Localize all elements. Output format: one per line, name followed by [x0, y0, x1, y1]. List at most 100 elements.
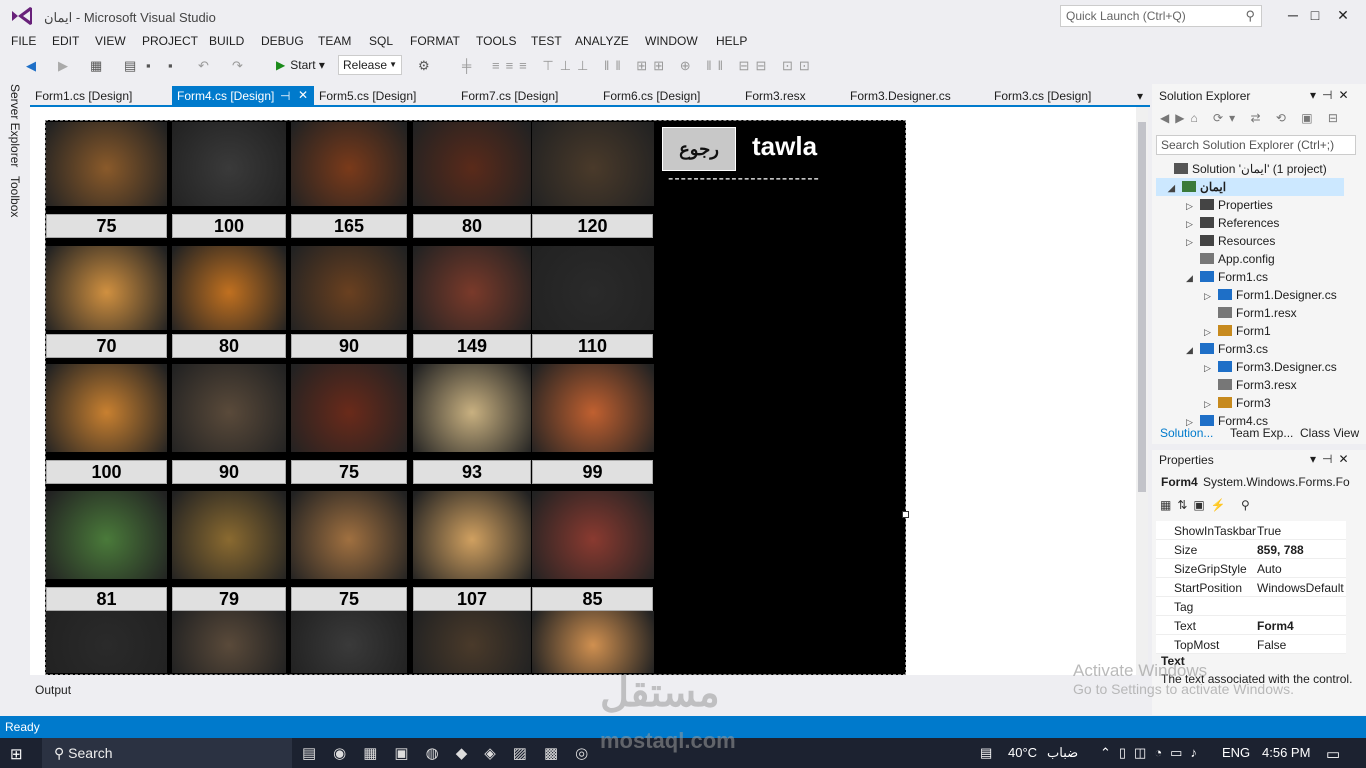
expand-arrow-icon[interactable]: ▷: [1186, 237, 1200, 248]
food-picture[interactable]: [46, 122, 167, 206]
back-button[interactable]: رجوع: [662, 127, 736, 171]
tab-team-explorer[interactable]: Team Exp...: [1230, 426, 1293, 440]
menu-edit[interactable]: EDIT: [52, 34, 79, 48]
tree-item[interactable]: App.config: [1186, 252, 1275, 266]
expand-arrow-icon[interactable]: ▷: [1186, 201, 1200, 212]
tree-item[interactable]: Form3.resx: [1204, 378, 1297, 392]
tree-item[interactable]: Solution 'ايمان' (1 project): [1160, 162, 1327, 176]
food-picture[interactable]: [413, 364, 531, 452]
expand-arrow-icon[interactable]: ◢: [1168, 183, 1182, 194]
food-picture[interactable]: [291, 611, 407, 673]
food-picture[interactable]: [46, 611, 167, 673]
scrollbar-thumb[interactable]: [1138, 122, 1146, 492]
food-picture[interactable]: [413, 246, 531, 330]
food-picture[interactable]: [291, 364, 407, 452]
pin-icon[interactable]: ⊣: [280, 89, 290, 103]
attach-icon[interactable]: ⚙: [418, 58, 430, 74]
undo-icon[interactable]: ↶: [198, 58, 209, 74]
tree-item[interactable]: ▷ Form1.Designer.cs: [1204, 288, 1337, 302]
tab-form1-design[interactable]: Form1.cs [Design]: [30, 86, 137, 106]
tree-item[interactable]: ▷ References: [1186, 216, 1279, 230]
menu-help[interactable]: HELP: [716, 34, 747, 48]
food-picture[interactable]: [532, 122, 654, 206]
food-picture[interactable]: [532, 491, 654, 579]
properties-controls-icon[interactable]: ▾⊣✕: [1310, 452, 1355, 466]
menu-team[interactable]: TEAM: [318, 34, 351, 48]
open-file-icon[interactable]: ▤: [124, 58, 136, 74]
layout-tools-icon[interactable]: ≡≡≡ ⊤⊥⊥ ‖‖ ⊞⊞ ⊕ ‖‖ ⊟⊟ ⊡⊡: [492, 58, 816, 74]
property-value[interactable]: True: [1257, 524, 1281, 538]
new-project-icon[interactable]: ▦: [90, 58, 102, 74]
menu-format[interactable]: FORMAT: [410, 34, 460, 48]
property-value[interactable]: WindowsDefault: [1257, 581, 1344, 595]
clock[interactable]: 4:56 PM: [1262, 745, 1310, 760]
tab-class-view[interactable]: Class View: [1300, 426, 1359, 440]
taskbar-search[interactable]: ⚲ Search: [42, 738, 292, 768]
tree-item[interactable]: ▷ Form1: [1204, 324, 1271, 338]
property-row[interactable]: ShowInTaskbar True: [1156, 521, 1346, 540]
expand-arrow-icon[interactable]: ▷: [1186, 219, 1200, 230]
tree-item[interactable]: ▷ Form3.Designer.cs: [1204, 360, 1337, 374]
notifications-icon[interactable]: ▭: [1326, 745, 1340, 763]
windows-start-icon[interactable]: ⊞: [10, 745, 23, 763]
output-tab[interactable]: Output: [35, 683, 71, 697]
property-row[interactable]: TopMost False: [1156, 635, 1346, 654]
property-row[interactable]: SizeGripStyle Auto: [1156, 559, 1346, 578]
forward-icon[interactable]: ▶: [58, 58, 68, 74]
tab-form3-design[interactable]: Form3.cs [Design]: [989, 86, 1096, 106]
property-row[interactable]: Size 859, 788: [1156, 540, 1346, 559]
property-row[interactable]: Tag: [1156, 597, 1346, 616]
food-picture[interactable]: [291, 491, 407, 579]
language-indicator[interactable]: ENG: [1222, 745, 1250, 760]
expand-arrow-icon[interactable]: ▷: [1204, 399, 1218, 410]
food-picture[interactable]: [532, 246, 654, 330]
resize-handle[interactable]: [902, 511, 909, 518]
menu-window[interactable]: WINDOW: [645, 34, 698, 48]
weather-temp[interactable]: 40°C: [1008, 745, 1037, 760]
tab-form5-design[interactable]: Form5.cs [Design]: [314, 86, 421, 106]
tree-item[interactable]: ◢ ايمان: [1168, 180, 1226, 194]
server-explorer-tab[interactable]: Server Explorer: [8, 84, 22, 167]
quick-launch-input[interactable]: Quick Launch (Ctrl+Q) ⚲: [1060, 5, 1262, 27]
pane-controls-icon[interactable]: ▾⊣✕: [1310, 88, 1355, 102]
tab-solution-explorer[interactable]: Solution...: [1160, 426, 1213, 440]
toolbox-tab[interactable]: Toolbox: [8, 176, 22, 217]
properties-toolbar-icons[interactable]: ▦⇅▣⚡ ⚲: [1160, 498, 1256, 512]
tab-form3-designer[interactable]: Form3.Designer.cs: [845, 86, 956, 106]
food-picture[interactable]: [172, 122, 286, 206]
food-picture[interactable]: [46, 364, 167, 452]
food-picture[interactable]: [172, 611, 286, 673]
start-button[interactable]: ▶ Start ▾: [276, 55, 325, 75]
configuration-select[interactable]: Release ▼: [338, 55, 402, 75]
property-value[interactable]: 859, 788: [1257, 543, 1304, 557]
food-picture[interactable]: [413, 491, 531, 579]
property-value[interactable]: Auto: [1257, 562, 1282, 576]
menu-debug[interactable]: DEBUG: [261, 34, 304, 48]
food-picture[interactable]: [291, 246, 407, 330]
menu-file[interactable]: FILE: [11, 34, 36, 48]
expand-arrow-icon[interactable]: ◢: [1186, 345, 1200, 356]
tree-item[interactable]: ◢ Form3.cs: [1186, 342, 1268, 356]
back-icon[interactable]: ◀: [26, 58, 36, 74]
property-value[interactable]: False: [1257, 638, 1286, 652]
food-picture[interactable]: [172, 246, 286, 330]
se-toolbar-icons[interactable]: ◀▶⌂ ⟳▾ ⇄ ⟲ ▣ ⊟: [1160, 111, 1344, 125]
food-picture[interactable]: [413, 611, 531, 673]
menu-analyze[interactable]: ANALYZE: [575, 34, 629, 48]
tab-overflow-icon[interactable]: ▾: [1132, 86, 1148, 106]
tree-item[interactable]: Form1.resx: [1204, 306, 1297, 320]
food-picture[interactable]: [532, 611, 654, 673]
food-picture[interactable]: [46, 246, 167, 330]
menu-build[interactable]: BUILD: [209, 34, 244, 48]
properties-object-type[interactable]: System.Windows.Forms.Fo: [1203, 475, 1350, 489]
tree-item[interactable]: ▷ Form3: [1204, 396, 1271, 410]
menu-project[interactable]: PROJECT: [142, 34, 198, 48]
close-button[interactable]: ✕: [1320, 4, 1366, 28]
tab-form6-design[interactable]: Form6.cs [Design]: [598, 86, 705, 106]
food-picture[interactable]: [291, 122, 407, 206]
solution-search-input[interactable]: Search Solution Explorer (Ctrl+;): [1156, 135, 1356, 155]
food-picture[interactable]: [46, 491, 167, 579]
close-tab-icon[interactable]: ✕: [298, 88, 308, 102]
tab-form4-design[interactable]: Form4.cs [Design] ⊣ ✕: [172, 86, 314, 106]
redo-icon[interactable]: ↷: [232, 58, 243, 74]
